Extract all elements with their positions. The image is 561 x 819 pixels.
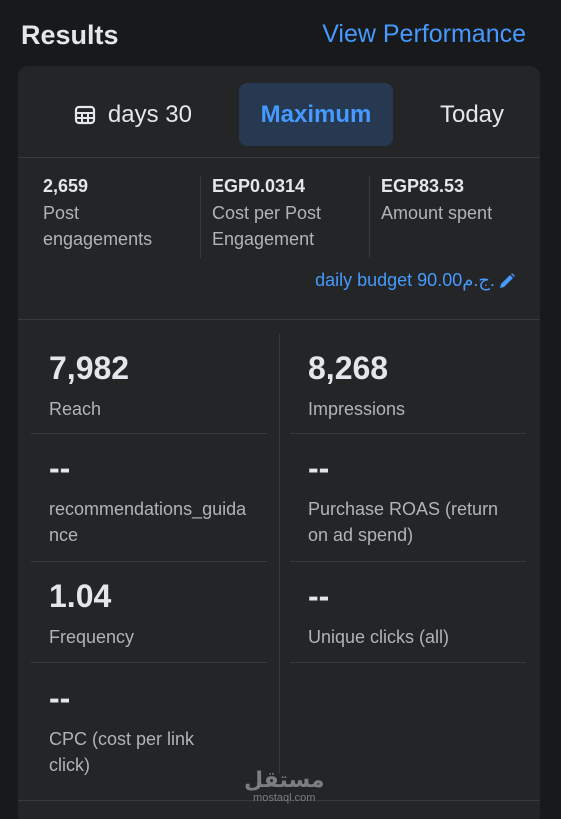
metric-cpc: -- CPC (cost per link click) (49, 680, 285, 778)
watermark-domain: mostaql.com (253, 792, 316, 804)
row-divider (31, 662, 267, 663)
tab-today[interactable]: Today (412, 83, 532, 146)
metric-value: -- (49, 680, 71, 716)
metric-label: Frequency (49, 627, 135, 647)
stat-value: EGP83.53 (381, 176, 465, 196)
row-divider (31, 433, 267, 434)
metric-label: Unique clicks (all) (308, 627, 450, 647)
tab-30-days[interactable]: 30 days (48, 83, 218, 146)
metric-value: 8,268 (308, 350, 389, 386)
page-title: Results (21, 20, 119, 50)
metric-label: CPC (cost per link click) (49, 729, 195, 775)
metric-value: 1.04 (49, 578, 112, 614)
metric-reach: 7,982 Reach (49, 350, 285, 422)
stat-value: 2,659 (43, 176, 89, 196)
watermark: مستقل mostaql.com (244, 767, 325, 805)
metric-purchase-roas: -- Purchase ROAS (return on ad spend) (308, 450, 544, 548)
pencil-icon (500, 272, 515, 288)
summary-stats: 2,659 Post engagements EGP0.0314 Cost pe… (18, 158, 540, 320)
divider (369, 176, 370, 258)
cost-per-engagement-stat: EGP0.0314 Cost per Post Engagement (212, 176, 377, 252)
daily-budget-link[interactable]: daily budget 90.00ج.م. (315, 270, 516, 291)
stat-label: Post engagements (43, 203, 153, 249)
view-performance-link[interactable]: View Performance (322, 20, 526, 49)
stat-value: EGP0.0314 (212, 176, 306, 196)
metric-label: Reach (49, 399, 102, 419)
budget-label: daily budget 90.00ج.م. (315, 270, 495, 290)
metric-label: Impressions (308, 399, 406, 419)
calendar-icon (74, 105, 96, 124)
metric-frequency: 1.04 Frequency (49, 578, 285, 650)
metric-label: Purchase ROAS (return on ad spend) (308, 499, 499, 545)
metric-unique-clicks: -- Unique clicks (all) (308, 578, 544, 650)
metric-value: 7,982 (49, 350, 130, 386)
metric-recommendations-guidance: -- recommendations_guidance (49, 450, 285, 548)
results-header: Results View Performance (0, 0, 561, 66)
row-divider (290, 662, 526, 663)
post-engagements-stat: 2,659 Post engagements (43, 176, 208, 252)
results-card: 30 days Maximum Today 2,659 Post engagem… (18, 66, 540, 819)
stat-label: Amount spent (381, 203, 493, 223)
metric-value: -- (308, 578, 330, 614)
row-divider (31, 561, 267, 562)
tab-label: 30 days (108, 100, 192, 128)
row-divider (290, 561, 526, 562)
metrics-grid: 7,982 Reach 8,268 Impressions -- recomme… (18, 320, 540, 800)
amount-spent-stat: EGP83.53 Amount spent (381, 176, 546, 226)
metric-label: recommendations_guidance (49, 499, 247, 545)
metric-value: -- (308, 450, 330, 486)
date-range-tabs: 30 days Maximum Today (18, 66, 540, 158)
stat-label: Cost per Post Engagement (212, 203, 322, 249)
watermark-arabic: مستقل (244, 767, 325, 792)
divider (200, 176, 201, 258)
metric-impressions: 8,268 Impressions (308, 350, 544, 422)
tab-maximum[interactable]: Maximum (239, 83, 393, 146)
row-divider (290, 433, 526, 434)
metric-value: -- (49, 450, 71, 486)
